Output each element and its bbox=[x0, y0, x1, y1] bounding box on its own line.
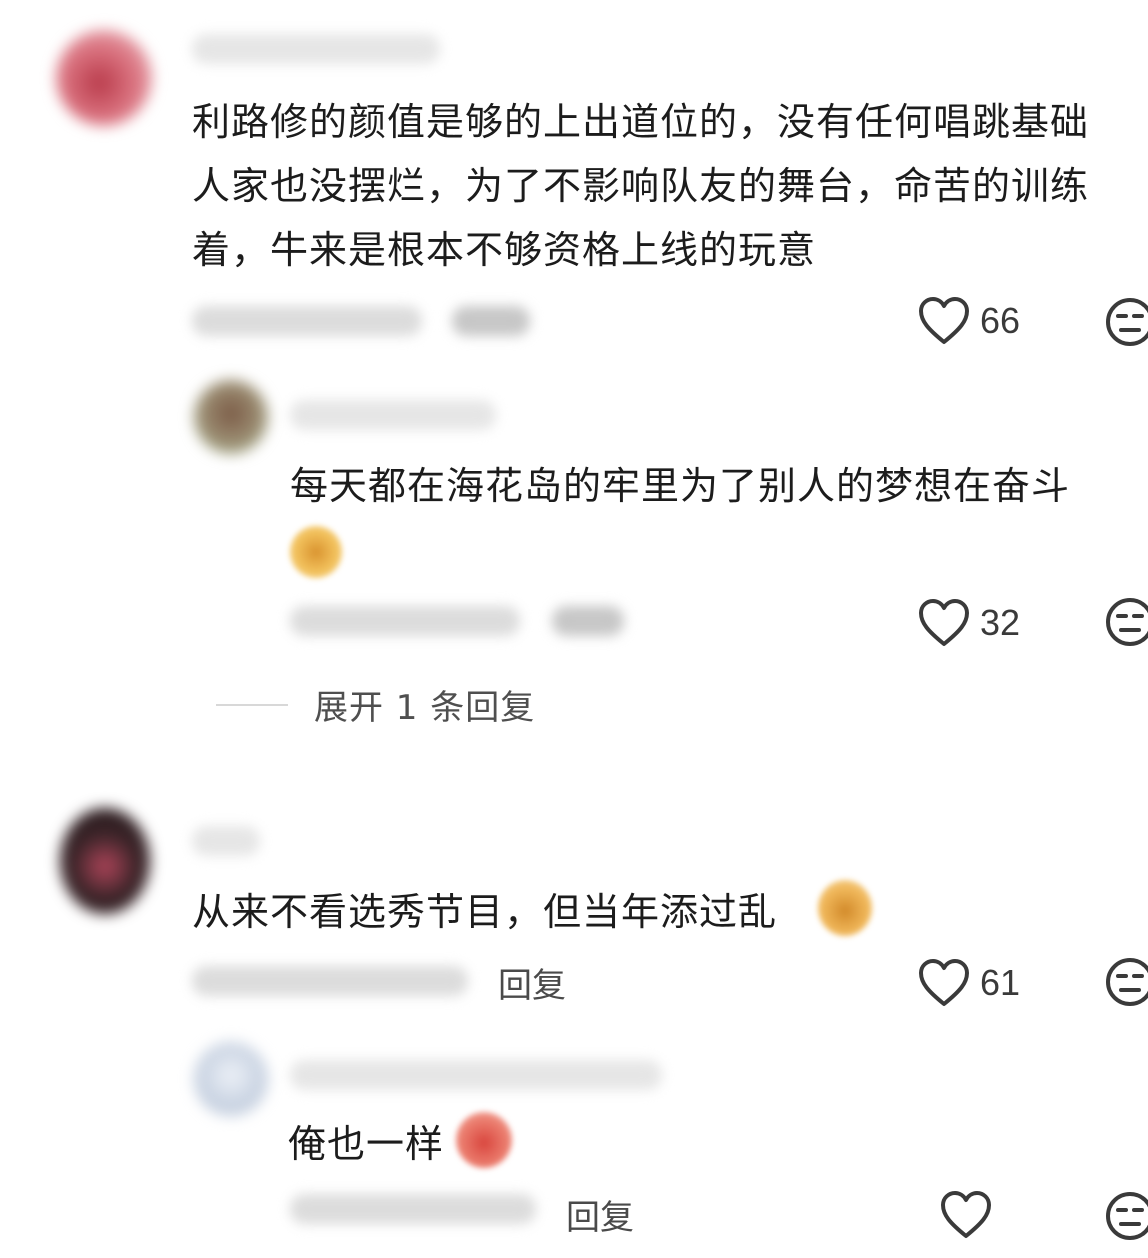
comment-text: 利路修的颜值是够的上出道位的，没有任何唱跳基础 人家也没摆烂，为了不影响队友的舞… bbox=[192, 90, 1089, 282]
comment-line: 利路修的颜值是够的上出道位的，没有任何唱跳基础 bbox=[192, 100, 1090, 144]
expand-replies-label: 展开 1 条回复 bbox=[314, 688, 536, 728]
comment-text: 每天都在海花岛的牢里为了别人的梦想在奋斗 bbox=[290, 454, 1070, 518]
heart-outline-icon bbox=[941, 1191, 991, 1238]
divider bbox=[216, 703, 288, 706]
neutral-face-icon bbox=[1106, 958, 1148, 1006]
username-blurred[interactable] bbox=[192, 826, 260, 856]
emoji-icon bbox=[818, 880, 872, 936]
like-count: 32 bbox=[980, 602, 1021, 643]
like-count: 66 bbox=[980, 300, 1021, 341]
neutral-face-icon bbox=[1106, 598, 1148, 646]
neutral-face-icon bbox=[1106, 298, 1148, 346]
username-blurred[interactable] bbox=[290, 1060, 662, 1090]
comment-text: 从来不看选秀节目，但当年添过乱 bbox=[192, 880, 777, 944]
comment-line: 每天都在海花岛的牢里为了别人的梦想在奋斗 bbox=[290, 464, 1071, 508]
dislike-button[interactable] bbox=[1104, 1190, 1148, 1246]
comment-line: 人家也没摆烂，为了不影响队友的舞台，命苦的训练 bbox=[192, 164, 1090, 208]
like-button[interactable]: 66 bbox=[918, 296, 1020, 346]
meta-blurred bbox=[290, 606, 520, 636]
avatar[interactable] bbox=[56, 30, 152, 126]
reply-blurred[interactable] bbox=[452, 306, 530, 336]
username-blurred[interactable] bbox=[192, 34, 440, 64]
meta-blurred bbox=[290, 1194, 536, 1224]
avatar[interactable] bbox=[194, 380, 268, 454]
reply-blurred[interactable] bbox=[552, 606, 624, 636]
neutral-face-icon bbox=[1106, 1192, 1148, 1240]
expand-replies-button[interactable]: 展开 1 条回复 bbox=[216, 680, 535, 729]
comment-text: 俺也一样 bbox=[288, 1112, 444, 1176]
like-count: 61 bbox=[980, 962, 1021, 1003]
username-blurred[interactable] bbox=[290, 400, 496, 430]
heart-outline-icon bbox=[919, 959, 969, 1006]
emoji-icon bbox=[456, 1112, 512, 1168]
like-button[interactable] bbox=[940, 1190, 992, 1240]
meta-blurred bbox=[192, 966, 468, 996]
like-button[interactable]: 61 bbox=[918, 958, 1020, 1008]
comment-line: 从来不看选秀节目，但当年添过乱 bbox=[192, 890, 778, 934]
heart-outline-icon bbox=[919, 297, 969, 344]
reply-button[interactable]: 回复 bbox=[498, 958, 566, 1007]
like-button[interactable]: 32 bbox=[918, 598, 1020, 648]
dislike-button[interactable] bbox=[1104, 596, 1148, 652]
reply-button[interactable]: 回复 bbox=[566, 1190, 634, 1239]
avatar[interactable] bbox=[194, 1042, 268, 1116]
meta-blurred bbox=[192, 306, 422, 336]
dislike-button[interactable] bbox=[1104, 956, 1148, 1012]
comment-line: 着，牛来是根本不够资格上线的玩意 bbox=[192, 228, 817, 272]
emoji-icon bbox=[290, 526, 342, 578]
dislike-button[interactable] bbox=[1104, 296, 1148, 352]
avatar[interactable] bbox=[60, 808, 150, 914]
comment-line: 俺也一样 bbox=[288, 1122, 445, 1166]
heart-outline-icon bbox=[919, 599, 969, 646]
